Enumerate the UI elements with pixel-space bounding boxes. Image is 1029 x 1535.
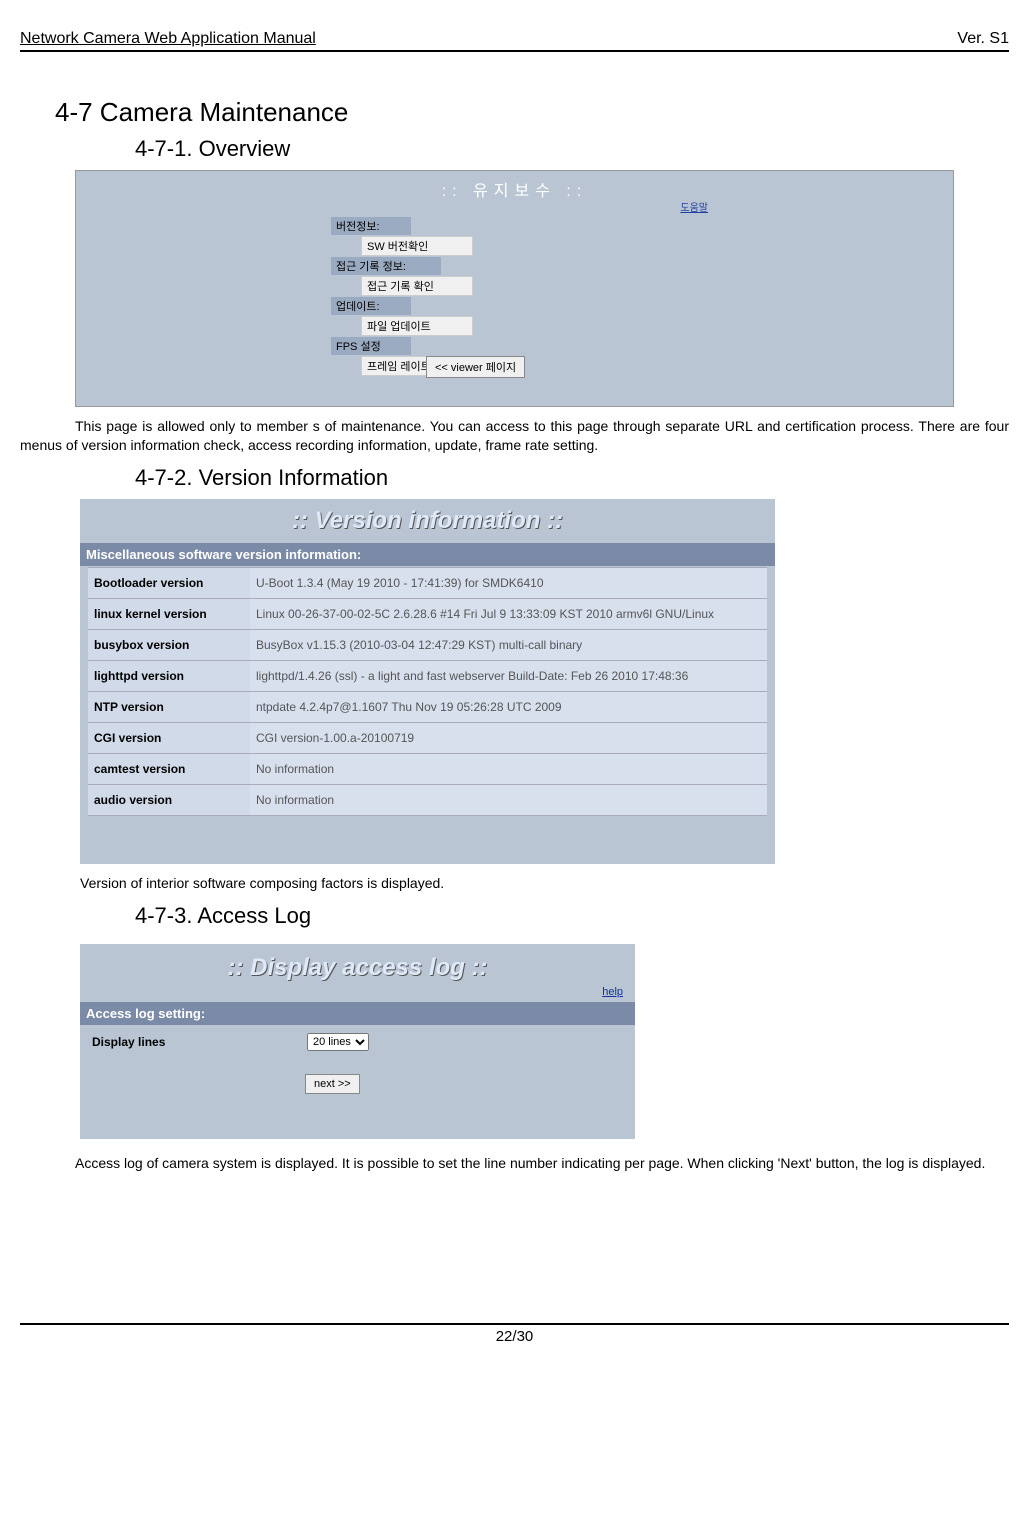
display-lines-label: Display lines [92,1035,307,1049]
table-row: audio versionNo information [88,784,767,815]
page-footer: 22/30 [20,1323,1009,1345]
row-val: BusyBox v1.15.3 (2010-03-04 12:47:29 KST… [250,629,767,660]
table-row: CGI versionCGI version-1.00.a-20100719 [88,722,767,753]
row-val: Linux 00-26-37-00-02-5C 2.6.28.6 #14 Fri… [250,598,767,629]
table-row: Bootloader versionU-Boot 1.3.4 (May 19 2… [88,567,767,598]
row-val: CGI version-1.00.a-20100719 [250,722,767,753]
overview-paragraph: This page is allowed only to member s of… [20,417,1009,455]
access-log-paragraph: Access log of camera system is displayed… [20,1154,1009,1173]
next-button[interactable]: next >> [305,1074,360,1094]
heading-4-7-2: 4-7-2. Version Information [135,465,1009,491]
page-header: Network Camera Web Application Manual Ve… [20,30,1009,52]
display-lines-row: Display lines 20 lines [80,1025,635,1059]
table-row: linux kernel versionLinux 00-26-37-00-02… [88,598,767,629]
row-val: No information [250,753,767,784]
row-key: camtest version [88,753,250,784]
menu-item-file-update[interactable]: 파일 업데이트 [361,316,473,336]
doc-title: Network Camera Web Application Manual [20,30,316,48]
doc-version: Ver. S1 [957,30,1009,48]
row-key: NTP version [88,691,250,722]
version-info-title: :: Version information :: [80,499,775,543]
row-key: audio version [88,784,250,815]
viewer-page-button[interactable]: << viewer 페이지 [426,356,525,378]
row-val: ntpdate 4.2.4p7@1.1607 Thu Nov 19 05:26:… [250,691,767,722]
row-key: Bootloader version [88,567,250,598]
version-paragraph: Version of interior software composing f… [80,874,1009,893]
menu-item-sw-version[interactable]: SW 버전확인 [361,236,473,256]
maintenance-title: :: 유지보수 :: [76,171,953,201]
menu-item-access-log[interactable]: 접근 기록 확인 [361,276,473,296]
table-row: NTP versionntpdate 4.2.4p7@1.1607 Thu No… [88,691,767,722]
row-key: CGI version [88,722,250,753]
help-link[interactable]: 도움말 [680,199,708,214]
table-row: busybox versionBusyBox v1.15.3 (2010-03-… [88,629,767,660]
heading-4-7: 4-7 Camera Maintenance [55,97,1009,128]
menu-head-fps: FPS 설정 [331,337,411,355]
menu-head-update: 업데이트: [331,297,411,315]
heading-4-7-3: 4-7-3. Access Log [135,903,1009,929]
help-link[interactable]: help [80,986,635,998]
page-number: 22/30 [496,1328,534,1345]
row-key: busybox version [88,629,250,660]
menu-head-version: 버전정보: [331,217,411,235]
overview-screenshot: :: 유지보수 :: 도움말 버전정보: SW 버전확인 접근 기록 정보: 접… [75,170,954,407]
access-log-subhead: Access log setting: [80,1002,635,1025]
table-row: lighttpd versionlighttpd/1.4.26 (ssl) - … [88,660,767,691]
version-info-screenshot: :: Version information :: Miscellaneous … [80,499,775,864]
access-log-title: :: Display access log :: [80,944,635,986]
heading-4-7-1: 4-7-1. Overview [135,136,1009,162]
display-lines-select[interactable]: 20 lines [307,1033,369,1051]
table-row: camtest versionNo information [88,753,767,784]
row-val: lighttpd/1.4.26 (ssl) - a light and fast… [250,660,767,691]
maintenance-menu: 버전정보: SW 버전확인 접근 기록 정보: 접근 기록 확인 업데이트: 파… [331,216,473,376]
version-table: Bootloader versionU-Boot 1.3.4 (May 19 2… [88,567,767,816]
menu-head-access: 접근 기록 정보: [331,257,441,275]
row-key: linux kernel version [88,598,250,629]
row-key: lighttpd version [88,660,250,691]
row-val: No information [250,784,767,815]
access-log-screenshot: :: Display access log :: help Access log… [80,944,635,1139]
row-val: U-Boot 1.3.4 (May 19 2010 - 17:41:39) fo… [250,567,767,598]
version-info-subhead: Miscellaneous software version informati… [80,543,775,566]
